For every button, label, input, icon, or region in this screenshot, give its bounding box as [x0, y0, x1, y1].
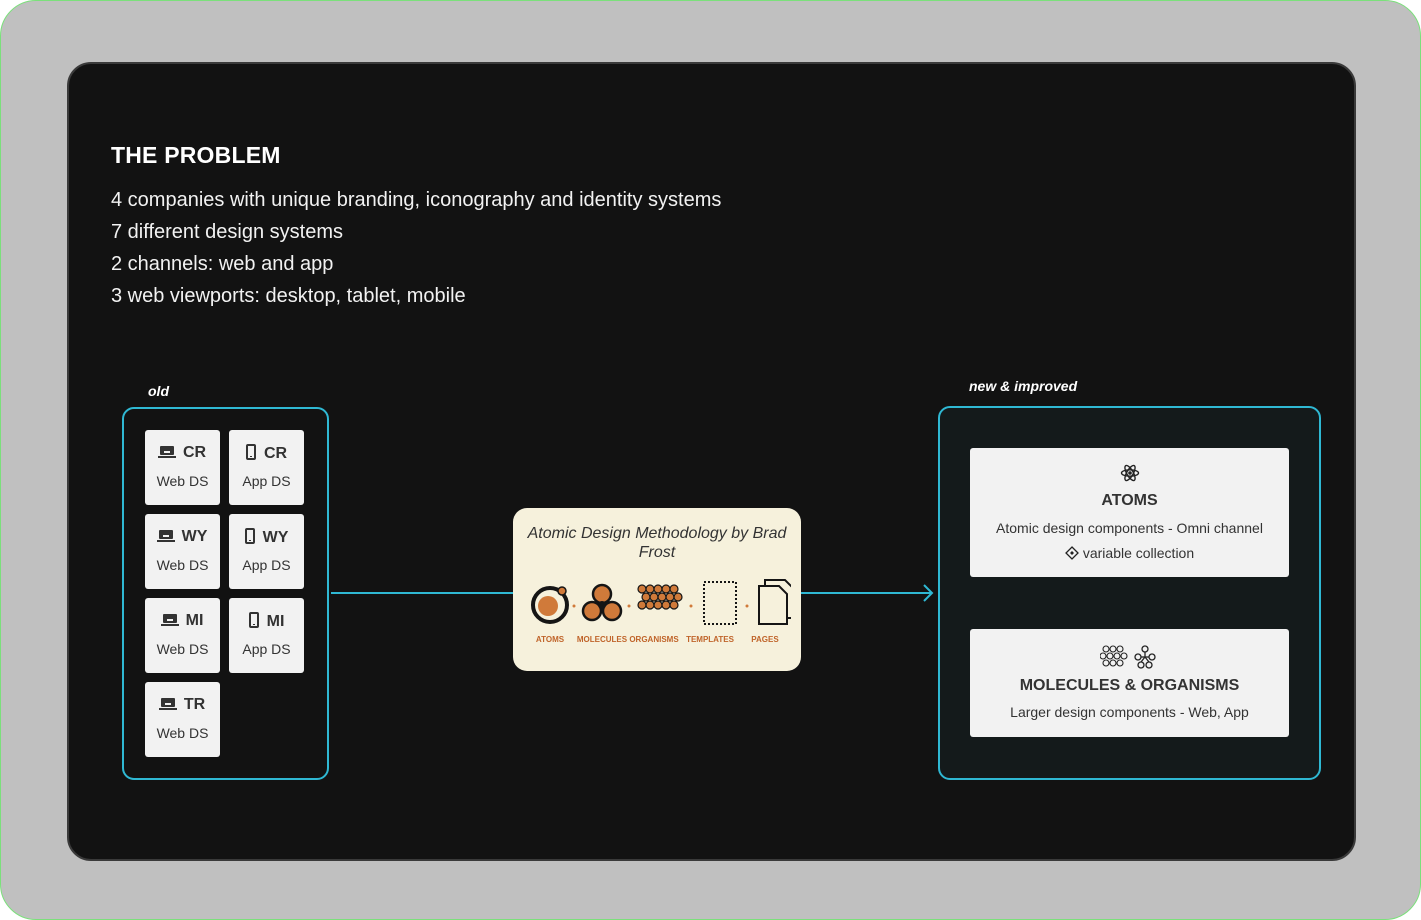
tile-label: Web DS [156, 473, 209, 489]
laptop-icon [157, 446, 176, 458]
atom-icon [1120, 464, 1140, 482]
atomic-design-diagram: ATOMS MOLECULES ORGANISMS TEMPLATES PAGE… [531, 579, 791, 644]
problem-title: THE PROBLEM [111, 142, 281, 168]
tile-code: TR [183, 696, 206, 713]
tile-label: App DS [242, 557, 291, 573]
tile-code: WY [262, 529, 289, 546]
problem-line: 3 web viewports: desktop, tablet, mobile [111, 285, 466, 307]
phone-icon [248, 612, 259, 628]
molecules-description: Larger design components - Web, App [1010, 704, 1249, 720]
laptop-icon [160, 614, 179, 626]
tile-label: App DS [242, 473, 291, 489]
connector-line-left [331, 592, 513, 594]
variable-diamond-icon [1064, 546, 1079, 560]
tile-cr-web: CR Web DS [145, 430, 220, 505]
atoms-card: ATOMS Atomic design components - Omni ch… [970, 448, 1289, 577]
tile-label: Web DS [156, 725, 209, 741]
stage-label: MOLECULES [577, 635, 628, 644]
tile-code: MI [185, 612, 204, 629]
atomic-design-box: Atomic Design Methodology by Brad Frost [513, 508, 801, 671]
canvas: THE PROBLEM 4 companies with unique bran… [0, 0, 1421, 920]
stage-label: PAGES [751, 635, 779, 644]
old-design-systems-group: CR Web DS CR App DS WY Web DS WY App DS … [122, 407, 329, 780]
problem-line: 2 channels: web and app [111, 253, 334, 275]
molecules-organisms-card: MOLECULES & ORGANISMS Larger design comp… [970, 629, 1289, 737]
tile-mi-app: MI App DS [229, 598, 304, 673]
molecules-icon [581, 583, 623, 622]
tile-wy-app: WY App DS [229, 514, 304, 589]
methodology-title: Atomic Design Methodology by Brad Frost [527, 525, 787, 561]
tile-label: Web DS [156, 557, 209, 573]
tile-code: CR [263, 445, 288, 462]
atoms-icon [531, 586, 569, 624]
stage-label: ATOMS [536, 635, 565, 644]
phone-icon [245, 444, 256, 460]
tile-cr-app: CR App DS [229, 430, 304, 505]
stage-label: ORGANISMS [629, 635, 679, 644]
tile-label: App DS [242, 641, 291, 657]
connector-line-right [801, 592, 931, 594]
tile-code: WY [181, 528, 208, 545]
problem-line: 4 companies with unique branding, iconog… [111, 189, 722, 211]
tile-mi-web: MI Web DS [145, 598, 220, 673]
laptop-icon [158, 698, 177, 710]
atoms-subtext: variable collection [1082, 545, 1195, 561]
old-caption: old [148, 383, 169, 399]
atoms-description: Atomic design components - Omni channel [996, 520, 1263, 536]
organisms-icon [637, 584, 683, 610]
problem-card: THE PROBLEM 4 companies with unique bran… [67, 62, 1356, 861]
phone-icon [244, 528, 255, 544]
new-design-system-group: ATOMS Atomic design components - Omni ch… [938, 406, 1321, 780]
molecules-title: MOLECULES & ORGANISMS [1019, 677, 1240, 694]
tile-wy-web: WY Web DS [145, 514, 220, 589]
new-caption: new & improved [969, 378, 1078, 394]
laptop-icon [156, 530, 175, 542]
tile-code: CR [182, 444, 207, 461]
tile-tr-web: TR Web DS [145, 682, 220, 757]
molecules-organisms-icon [1100, 645, 1156, 669]
pages-icon [758, 579, 791, 625]
templates-icon [703, 581, 737, 625]
tile-code: MI [266, 613, 285, 630]
atoms-title: ATOMS [1101, 492, 1158, 509]
stage-label: TEMPLATES [686, 635, 735, 644]
problem-line: 7 different design systems [111, 221, 343, 243]
tile-label: Web DS [156, 641, 209, 657]
arrow-head-icon [923, 584, 934, 602]
